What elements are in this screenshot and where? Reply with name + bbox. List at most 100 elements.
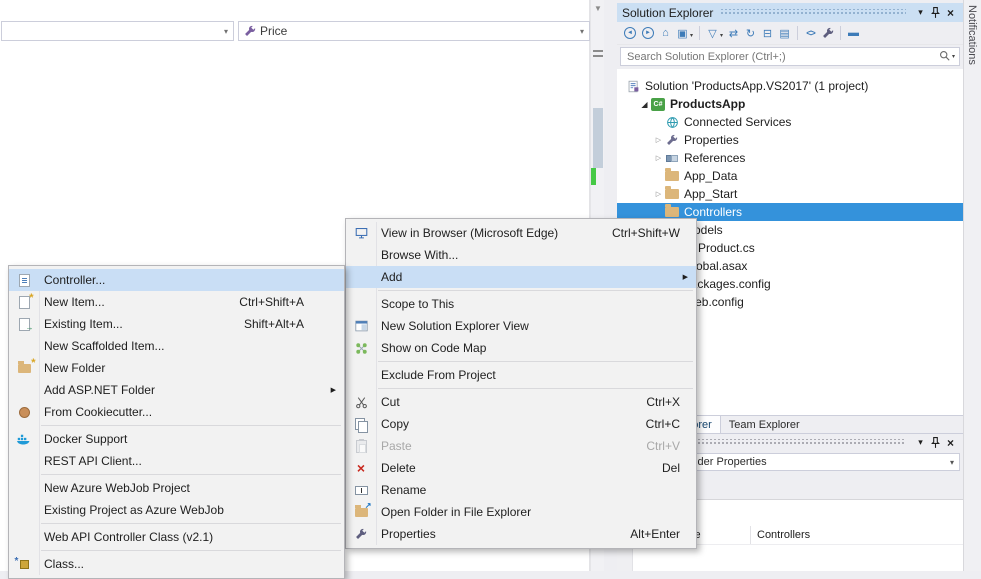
menu-shortcut: Alt+Enter	[630, 527, 680, 541]
close-icon[interactable]: ×	[943, 6, 958, 20]
collapse-all-icon[interactable]: ⊟	[759, 25, 776, 42]
menu-item-add[interactable]: Add ▶	[346, 266, 696, 288]
scroll-dropdown-icon[interactable]: ▼	[594, 4, 602, 13]
solution-icon	[625, 80, 641, 93]
menu-item-paste[interactable]: Paste Ctrl+V	[346, 435, 696, 457]
menu-item-delete[interactable]: × Delete Del	[346, 457, 696, 479]
view-code-icon[interactable]: <>	[802, 25, 819, 42]
navigate-back-icon[interactable]: ◄	[624, 27, 636, 39]
menu-separator	[378, 388, 693, 389]
cut-icon	[346, 396, 376, 409]
menu-item-new-scaffolded-item[interactable]: New Scaffolded Item...	[9, 335, 344, 357]
existing-item-icon	[9, 318, 39, 331]
menu-item-docker-support[interactable]: Docker Support	[9, 428, 344, 450]
home-icon[interactable]: ⌂	[657, 25, 674, 42]
member-dropdown[interactable]: Price ▾	[238, 21, 590, 41]
menu-label: Rename	[376, 483, 690, 497]
show-all-files-icon[interactable]: ▤	[776, 25, 793, 42]
notifications-tab[interactable]: Notifications	[963, 0, 981, 571]
filter-icon[interactable]: ▽	[704, 25, 721, 42]
menu-item-show-on-code-map[interactable]: Show on Code Map	[346, 337, 696, 359]
menu-shortcut: Ctrl+X	[646, 395, 680, 409]
menu-item-rename[interactable]: Rename	[346, 479, 696, 501]
menu-item-exclude-from-project[interactable]: Exclude From Project	[346, 364, 696, 386]
menu-item-new-item[interactable]: New Item... Ctrl+Shift+A	[9, 291, 344, 313]
menu-item-class[interactable]: Class...	[9, 553, 344, 575]
menu-shortcut: Ctrl+V	[646, 439, 680, 453]
property-value[interactable]: Controllers	[751, 529, 963, 541]
preview-selected-items-icon[interactable]: ▬	[845, 25, 862, 42]
properties-wrench-icon	[664, 134, 680, 146]
window-position-icon[interactable]: ▾	[913, 437, 928, 448]
switch-views-icon[interactable]: ▣	[674, 25, 691, 42]
editor-splitter-handle[interactable]	[593, 50, 603, 57]
menu-item-rest-api-client[interactable]: REST API Client...	[9, 450, 344, 472]
tree-item-references[interactable]: ▷ References	[617, 149, 963, 167]
pin-icon[interactable]	[928, 6, 943, 19]
properties-wrench-icon[interactable]	[819, 25, 836, 42]
menu-label: Add ASP.NET Folder	[39, 383, 338, 397]
menu-item-new-solution-explorer-view[interactable]: New Solution Explorer View	[346, 315, 696, 337]
menu-item-add-aspnet-folder[interactable]: Add ASP.NET Folder ▶	[9, 379, 344, 401]
menu-item-existing-item[interactable]: Existing Item... Shift+Alt+A	[9, 313, 344, 335]
solution-explorer-title-bar: Solution Explorer ▾ ×	[617, 3, 963, 22]
tree-item-app-start[interactable]: ▷ App_Start	[617, 185, 963, 203]
menu-label: Web API Controller Class (v2.1)	[39, 530, 338, 544]
menu-item-properties[interactable]: Properties Alt+Enter	[346, 523, 696, 545]
menu-label: Browse With...	[376, 248, 690, 262]
refresh-icon[interactable]: ↻	[742, 25, 759, 42]
menu-item-open-folder-in-file-explorer[interactable]: Open Folder in File Explorer	[346, 501, 696, 523]
menu-item-browse-with[interactable]: Browse With...	[346, 244, 696, 266]
close-icon[interactable]: ×	[943, 436, 958, 450]
menu-item-cut[interactable]: Cut Ctrl+X	[346, 391, 696, 413]
menu-separator	[41, 550, 341, 551]
chevron-down-icon[interactable]: ▾	[720, 32, 723, 39]
tree-item-productsapp[interactable]: ◢ C# ProductsApp	[617, 95, 963, 113]
search-icon[interactable]	[939, 50, 950, 64]
menu-item-view-in-browser[interactable]: View in Browser (Microsoft Edge) Ctrl+Sh…	[346, 222, 696, 244]
tree-item-app-data[interactable]: App_Data	[617, 167, 963, 185]
search-input[interactable]	[625, 50, 939, 64]
menu-item-web-api-controller-class[interactable]: Web API Controller Class (v2.1)	[9, 526, 344, 548]
tree-item-label: ProductsApp	[670, 97, 745, 111]
tree-item-connected-services[interactable]: Connected Services	[617, 113, 963, 131]
pin-icon[interactable]	[928, 436, 943, 449]
chevron-collapsed-icon[interactable]: ▷	[653, 136, 664, 144]
docker-icon	[9, 433, 39, 445]
type-dropdown[interactable]: ▾	[1, 21, 234, 41]
menu-item-from-cookiecutter[interactable]: From Cookiecutter...	[9, 401, 344, 423]
add-submenu: Controller... New Item... Ctrl+Shift+A E…	[8, 265, 345, 579]
menu-label: Scope to This	[376, 297, 690, 311]
new-folder-icon	[9, 364, 39, 373]
menu-item-existing-project-as-azure-webjob[interactable]: Existing Project as Azure WebJob	[9, 499, 344, 521]
chevron-expanded-icon[interactable]: ◢	[639, 100, 650, 109]
tree-item-label: App_Start	[684, 187, 737, 201]
window-position-icon[interactable]: ▾	[913, 7, 928, 18]
toolbar-separator	[699, 26, 700, 40]
tree-item-solution[interactable]: Solution 'ProductsApp.VS2017' (1 project…	[617, 77, 963, 95]
chevron-down-icon[interactable]: ▾	[690, 32, 693, 39]
toolbar-separator	[797, 26, 798, 40]
menu-item-new-azure-webjob-project[interactable]: New Azure WebJob Project	[9, 477, 344, 499]
tree-item-label: Controllers	[684, 205, 742, 219]
chevron-collapsed-icon[interactable]: ▷	[653, 190, 664, 198]
menu-item-copy[interactable]: Copy Ctrl+C	[346, 413, 696, 435]
sync-with-active-document-icon[interactable]: ⇄	[725, 25, 742, 42]
code-map-icon	[346, 342, 376, 355]
menu-separator	[378, 361, 693, 362]
menu-item-scope-to-this[interactable]: Scope to This	[346, 293, 696, 315]
menu-label: Existing Item...	[39, 317, 244, 331]
solution-explorer-toolbar: ◄ ► ⌂ ▣ ▾ ▽ ▾ ⇄ ↻ ⊟ ▤ <> ▬	[617, 22, 963, 45]
tree-item-properties[interactable]: ▷ Properties	[617, 131, 963, 149]
chevron-collapsed-icon[interactable]: ▷	[653, 154, 664, 162]
chevron-down-icon[interactable]: ▾	[952, 53, 955, 60]
scrollbar-thumb[interactable]	[593, 108, 603, 168]
menu-item-new-folder[interactable]: New Folder	[9, 357, 344, 379]
navigate-forward-icon[interactable]: ►	[642, 27, 654, 39]
tab-team-explorer[interactable]: Team Explorer	[721, 416, 808, 433]
copy-icon	[346, 418, 376, 431]
title-grip	[720, 9, 906, 16]
menu-label: New Solution Explorer View	[376, 319, 690, 333]
menu-item-controller[interactable]: Controller...	[9, 269, 344, 291]
tree-item-label: References	[684, 151, 745, 165]
